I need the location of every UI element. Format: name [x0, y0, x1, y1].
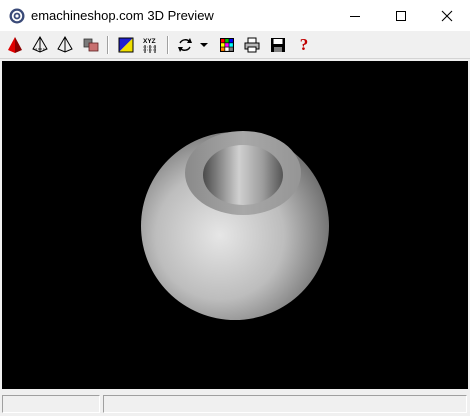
outline-view-icon	[57, 36, 73, 53]
status-pane-2	[103, 395, 467, 413]
rotate-button[interactable]	[175, 35, 195, 55]
maximize-button[interactable]	[378, 0, 424, 31]
close-button[interactable]	[424, 0, 470, 31]
color-palette-icon	[220, 38, 234, 52]
xyz-axes-icon: XYZ	[143, 38, 157, 53]
toolbar: XYZ ?	[0, 31, 470, 59]
maximize-icon	[396, 10, 406, 21]
wireframe-view-icon	[32, 36, 48, 53]
status-bar	[0, 392, 470, 416]
save-icon	[271, 38, 285, 52]
parts-view-icon	[83, 38, 99, 52]
status-pane-1	[2, 395, 100, 413]
solid-view-icon	[8, 37, 22, 53]
print-button[interactable]	[242, 35, 262, 55]
rotate-dropdown-icon	[200, 43, 208, 47]
rotate-dropdown-button[interactable]	[197, 35, 211, 55]
save-button[interactable]	[268, 35, 288, 55]
3d-viewport[interactable]	[2, 61, 468, 389]
rotate-icon	[178, 38, 192, 52]
color-shading-icon	[118, 37, 134, 53]
title-bar: emachineshop.com 3D Preview	[0, 0, 470, 31]
close-icon	[441, 10, 453, 21]
svg-text:XYZ: XYZ	[143, 38, 156, 45]
color-shading-button[interactable]	[116, 35, 136, 55]
xyz-axes-button[interactable]: XYZ	[141, 35, 161, 55]
window-title: emachineshop.com 3D Preview	[31, 8, 214, 23]
help-icon: ?	[299, 35, 309, 54]
wireframe-view-button[interactable]	[30, 35, 50, 55]
3d-model	[141, 131, 329, 320]
emachineshop-app-icon[interactable]	[9, 8, 25, 24]
solid-view-button[interactable]	[5, 35, 25, 55]
toolbar-separator	[167, 36, 169, 54]
minimize-icon	[350, 15, 360, 17]
help-button[interactable]: ?	[294, 35, 314, 55]
minimize-button[interactable]	[332, 0, 378, 31]
outline-view-button[interactable]	[55, 35, 75, 55]
print-icon	[244, 37, 260, 53]
bore-hole	[203, 145, 283, 205]
parts-view-button[interactable]	[81, 35, 101, 55]
toolbar-separator	[107, 36, 109, 54]
color-palette-button[interactable]	[217, 35, 237, 55]
